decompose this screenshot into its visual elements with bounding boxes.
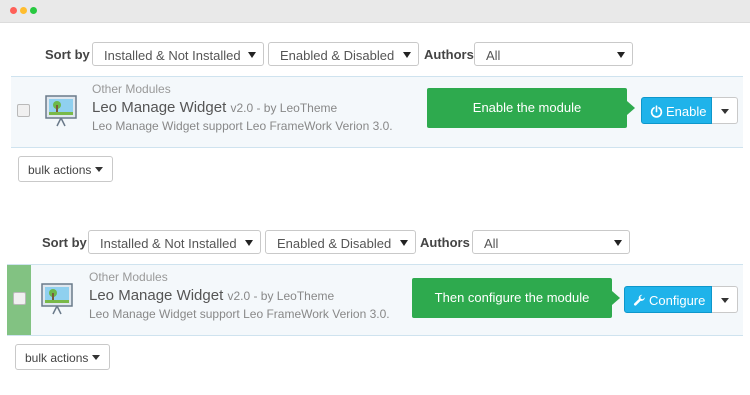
module-icon [45, 95, 77, 127]
authors-filter-value: All [486, 48, 501, 63]
wrench-icon [633, 294, 645, 306]
enable-button[interactable]: Enable [641, 97, 712, 124]
window-titlebar [0, 0, 750, 23]
caret-down-icon [92, 355, 101, 360]
tooltip-callout: Then configure the module [412, 278, 620, 318]
caret-down-icon [95, 167, 104, 172]
window-close-button[interactable] [10, 7, 17, 14]
filter-bar: Sort by Installed & Not Installed Enable… [0, 230, 750, 256]
authors-label: Authors [424, 47, 474, 62]
status-filter-value: Enabled & Disabled [277, 236, 392, 251]
module-title: Leo Manage Widget v2.0 - by LeoTheme [89, 287, 334, 304]
caret-down-icon [721, 109, 729, 114]
module-category: Other Modules [92, 82, 171, 96]
authors-label: Authors [420, 235, 470, 250]
bulk-actions-label: bulk actions [28, 163, 92, 177]
status-filter-value: Enabled & Disabled [280, 48, 395, 63]
chevron-down-icon [400, 240, 408, 246]
install-filter-value: Installed & Not Installed [100, 236, 237, 251]
module-name: Leo Manage Widget [89, 287, 224, 304]
tooltip-callout: Enable the module [427, 88, 635, 128]
module-category: Other Modules [89, 270, 168, 284]
bulk-actions-button[interactable]: bulk actions [18, 156, 113, 182]
bulk-actions-button[interactable]: bulk actions [15, 344, 110, 370]
module-description: Leo Manage Widget support Leo FrameWork … [89, 307, 390, 321]
bulk-actions-label: bulk actions [25, 351, 89, 365]
sort-by-label: Sort by [45, 47, 90, 62]
module-description: Leo Manage Widget support Leo FrameWork … [92, 119, 393, 133]
module-version-author: v2.0 - by LeoTheme [227, 289, 335, 303]
install-filter-select[interactable]: Installed & Not Installed [88, 230, 261, 254]
sort-by-label: Sort by [42, 235, 87, 250]
chevron-down-icon [617, 52, 625, 58]
module-version-author: v2.0 - by LeoTheme [230, 101, 338, 115]
module-actions-dropdown[interactable] [712, 97, 738, 124]
chevron-down-icon [614, 240, 622, 246]
chevron-down-icon [245, 240, 253, 246]
install-filter-value: Installed & Not Installed [104, 48, 241, 63]
enable-button-label: Enable [666, 104, 707, 119]
window-minimize-button[interactable] [20, 7, 27, 14]
status-filter-select[interactable]: Enabled & Disabled [265, 230, 416, 254]
authors-filter-value: All [484, 236, 499, 251]
configure-button-label: Configure [649, 293, 706, 308]
module-actions-dropdown[interactable] [712, 286, 738, 313]
module-title: Leo Manage Widget v2.0 - by LeoTheme [92, 99, 337, 116]
chevron-down-icon [248, 52, 256, 58]
module-checkbox[interactable] [13, 292, 26, 305]
module-checkbox[interactable] [17, 104, 30, 117]
filter-bar: Sort by Installed & Not Installed Enable… [0, 42, 750, 68]
window-maximize-button[interactable] [30, 7, 37, 14]
power-icon [650, 105, 663, 118]
install-filter-select[interactable]: Installed & Not Installed [92, 42, 264, 66]
authors-filter-select[interactable]: All [472, 230, 630, 254]
module-checkbox-cell [11, 77, 35, 147]
authors-filter-select[interactable]: All [474, 42, 633, 66]
module-name: Leo Manage Widget [92, 99, 227, 116]
module-icon [41, 283, 73, 315]
configure-button[interactable]: Configure [624, 286, 712, 313]
status-filter-select[interactable]: Enabled & Disabled [268, 42, 419, 66]
chevron-down-icon [403, 52, 411, 58]
module-checkbox-cell [7, 265, 31, 335]
caret-down-icon [721, 298, 729, 303]
